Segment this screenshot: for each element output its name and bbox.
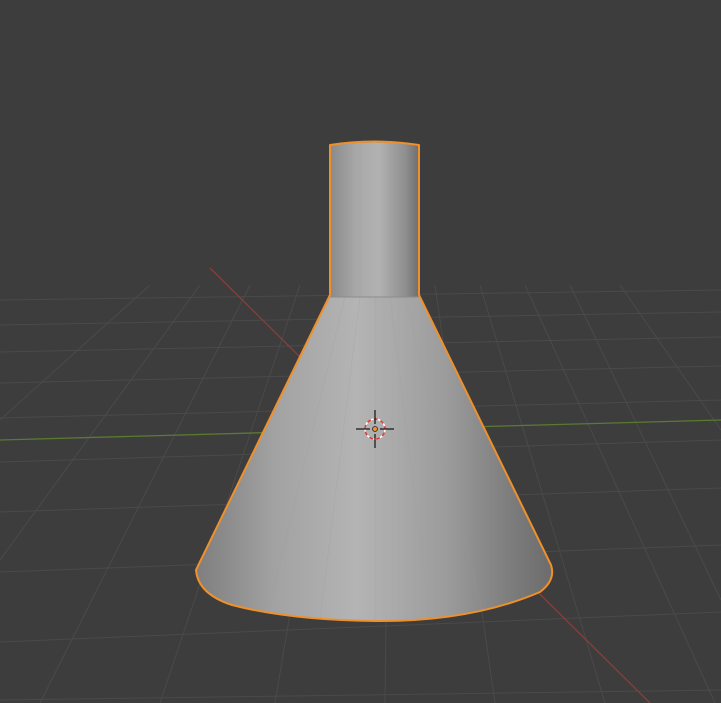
flask-mesh[interactable] [195,140,554,623]
object-origin-icon [372,426,378,432]
viewport-canvas[interactable] [0,0,721,703]
flask-neck[interactable] [330,142,419,298]
3d-viewport[interactable] [0,0,721,703]
